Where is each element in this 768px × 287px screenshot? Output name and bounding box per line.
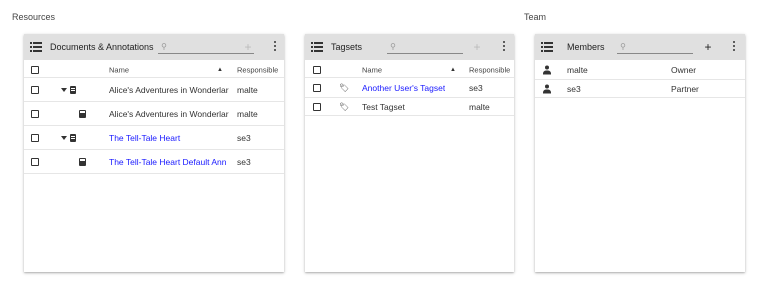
add-document-button[interactable]: + bbox=[240, 39, 256, 55]
search-icon: ⚲ bbox=[390, 42, 396, 51]
tagset-name[interactable]: Test Tagset bbox=[362, 102, 405, 112]
members-search-input[interactable]: ⚲ bbox=[617, 40, 693, 54]
documents-panel-title: Documents & Annotations bbox=[50, 42, 154, 52]
tagsets-search-input[interactable]: ⚲ bbox=[387, 40, 463, 54]
table-row[interactable]: Alice's Adventures in Wonderlar malte bbox=[24, 78, 284, 102]
list-item[interactable]: malte Owner bbox=[535, 60, 745, 80]
document-responsible: malte bbox=[237, 84, 258, 95]
row-checkbox[interactable] bbox=[31, 133, 39, 142]
list-icon[interactable] bbox=[311, 42, 323, 52]
documents-table-header: Name ▲ Responsible bbox=[24, 62, 284, 78]
row-checkbox[interactable] bbox=[31, 85, 39, 94]
person-icon bbox=[543, 65, 551, 74]
sort-asc-icon[interactable]: ▲ bbox=[450, 67, 456, 73]
tagsets-panel-header: Tagsets ⚲ + bbox=[305, 34, 514, 60]
annotation-icon bbox=[79, 109, 86, 118]
annotation-name[interactable]: The Tell-Tale Heart Default Ann bbox=[109, 157, 233, 167]
add-member-button[interactable]: + bbox=[700, 39, 716, 55]
search-icon: ⚲ bbox=[620, 42, 626, 51]
list-icon[interactable] bbox=[30, 42, 42, 52]
annotation-responsible: se3 bbox=[237, 156, 251, 167]
row-checkbox[interactable] bbox=[31, 157, 39, 166]
list-item[interactable]: se3 Partner bbox=[535, 80, 745, 98]
caret-down-icon[interactable] bbox=[61, 87, 67, 92]
column-header-responsible[interactable]: Responsible bbox=[469, 65, 510, 74]
list-icon[interactable] bbox=[541, 42, 553, 52]
add-tagset-button[interactable]: + bbox=[469, 39, 485, 55]
annotation-responsible: malte bbox=[237, 108, 258, 119]
document-name[interactable]: Alice's Adventures in Wonderlar bbox=[109, 85, 233, 95]
table-row[interactable]: Alice's Adventures in Wonderlar malte bbox=[24, 102, 284, 126]
select-all-checkbox[interactable] bbox=[31, 65, 39, 74]
tag-icon: 🏷︎ bbox=[339, 102, 350, 111]
team-section-label: Team bbox=[524, 12, 547, 22]
tagset-name[interactable]: Another User's Tagset bbox=[362, 83, 445, 93]
document-icon bbox=[70, 133, 76, 142]
member-name: se3 bbox=[567, 83, 581, 94]
tag-icon: 🏷︎ bbox=[339, 83, 350, 92]
document-responsible: se3 bbox=[237, 132, 251, 143]
row-checkbox[interactable] bbox=[313, 102, 321, 111]
search-icon: ⚲ bbox=[161, 42, 167, 51]
members-panel-header: Members ⚲ + bbox=[535, 34, 745, 60]
annotation-name[interactable]: Alice's Adventures in Wonderlar bbox=[109, 109, 233, 119]
tagset-responsible: se3 bbox=[469, 82, 483, 93]
more-vert-icon[interactable] bbox=[732, 41, 736, 51]
more-vert-icon[interactable] bbox=[273, 41, 277, 51]
sort-asc-icon[interactable]: ▲ bbox=[217, 67, 223, 73]
table-row[interactable]: The Tell-Tale Heart Default Ann se3 bbox=[24, 150, 284, 174]
row-checkbox[interactable] bbox=[313, 83, 321, 92]
document-name[interactable]: The Tell-Tale Heart bbox=[109, 133, 233, 143]
table-row[interactable]: The Tell-Tale Heart se3 bbox=[24, 126, 284, 150]
more-vert-icon[interactable] bbox=[502, 41, 506, 51]
member-name: malte bbox=[567, 64, 588, 75]
members-panel: Members ⚲ + malte Owner se3 Partner bbox=[535, 34, 745, 272]
documents-panel-header: Documents & Annotations ⚲ + bbox=[24, 34, 284, 60]
column-header-responsible[interactable]: Responsible bbox=[237, 65, 278, 74]
select-all-checkbox[interactable] bbox=[313, 65, 321, 74]
documents-panel: Documents & Annotations ⚲ + Name ▲ Respo… bbox=[24, 34, 284, 272]
column-header-name[interactable]: Name bbox=[109, 65, 129, 74]
member-role[interactable]: Owner bbox=[671, 65, 696, 75]
members-panel-title: Members bbox=[567, 42, 605, 52]
annotation-icon bbox=[79, 157, 86, 166]
tagsets-panel-title: Tagsets bbox=[331, 42, 363, 52]
resources-section-label: Resources bbox=[12, 12, 56, 22]
tagsets-table-header: Name ▲ Responsible bbox=[305, 62, 514, 78]
column-header-name[interactable]: Name bbox=[362, 65, 382, 74]
document-icon bbox=[70, 85, 76, 94]
caret-down-icon[interactable] bbox=[61, 135, 67, 140]
tagsets-panel: Tagsets ⚲ + Name ▲ Responsible 🏷︎ Anothe… bbox=[305, 34, 514, 272]
table-row[interactable]: 🏷︎ Another User's Tagset se3 bbox=[305, 78, 514, 98]
person-icon bbox=[543, 84, 551, 93]
tagset-responsible: malte bbox=[469, 101, 490, 112]
row-checkbox[interactable] bbox=[31, 109, 39, 118]
table-row[interactable]: 🏷︎ Test Tagset malte bbox=[305, 98, 514, 116]
member-role[interactable]: Partner bbox=[671, 84, 699, 94]
